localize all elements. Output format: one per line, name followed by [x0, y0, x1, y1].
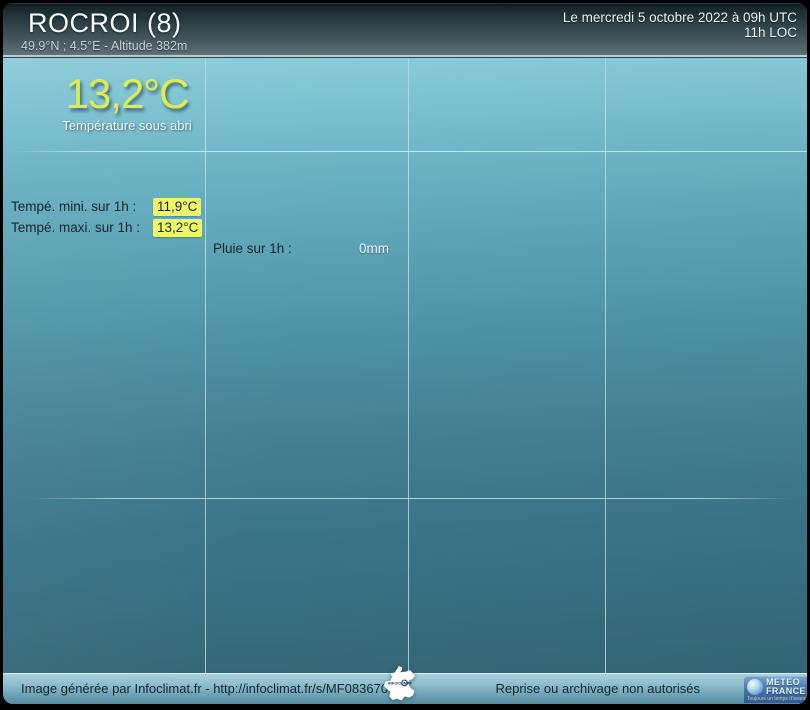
station-coordinates: 49.9°N ; 4.5°E - Altitude 382m [21, 39, 188, 53]
meteo-france-line2: FRANCE [766, 686, 806, 696]
datetime-utc: Le mercredi 5 octobre 2022 à 09h UTC [562, 10, 797, 25]
rain-row: Pluie sur 1h : 0mm [213, 241, 389, 256]
station-name: ROCROI (8) [28, 8, 182, 38]
temp-min-label: Tempé. mini. sur 1h : [11, 199, 137, 214]
grid-line-horizontal-1 [3, 151, 807, 152]
meteo-france-wordmark: METEO FRANCE [766, 678, 806, 696]
globe-icon [747, 679, 763, 695]
infoclimat-logo: INFOCLIMAT [383, 665, 416, 701]
temp-max-label: Tempé. maxi. sur 1h : [11, 220, 141, 235]
temp-min-value-badge: 11,9°C [153, 198, 202, 216]
weather-card: ROCROI (8) 49.9°N ; 4.5°E - Altitude 382… [3, 3, 807, 704]
current-temperature-value: 13,2°C [65, 70, 190, 117]
grid-line-horizontal-2 [3, 498, 807, 499]
temp-max-value-badge: 13,2°C [153, 219, 203, 237]
rain-label: Pluie sur 1h : [213, 241, 292, 256]
current-temperature-block: 13,2°C Température sous abri [31, 70, 223, 134]
meteo-france-tagline: Toujours un temps d'avance [747, 696, 807, 702]
infoclimat-wordmark: INFOCLIMAT [388, 681, 413, 686]
image-credit-text: Image générée par Infoclimat.fr - http:/… [21, 681, 403, 696]
rain-value: 0mm [359, 241, 389, 256]
current-temperature-label: Température sous abri [62, 118, 192, 134]
main-panel: 13,2°C Température sous abri Tempé. mini… [3, 57, 807, 673]
meteo-france-logo: METEO FRANCE Toujours un temps d'avance [744, 676, 807, 703]
datetime-local: 11h LOC [743, 25, 797, 40]
observation-datetime: Le mercredi 5 octobre 2022 à 09h UTC 11h… [563, 10, 797, 40]
header-bar: ROCROI (8) 49.9°N ; 4.5°E - Altitude 382… [3, 3, 807, 57]
copyright-notice: Reprise ou archivage non autorisés [495, 681, 700, 696]
